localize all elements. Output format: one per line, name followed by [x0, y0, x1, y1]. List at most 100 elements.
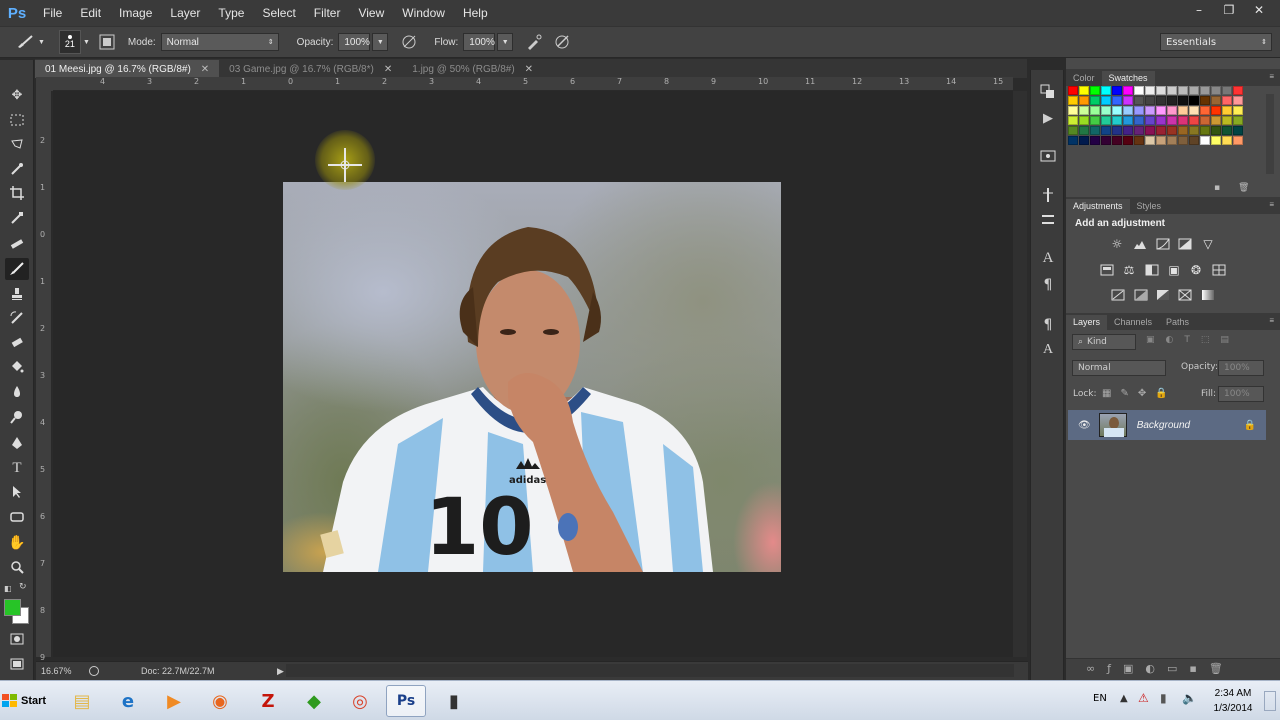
- swatch[interactable]: [1145, 106, 1155, 115]
- swatch[interactable]: [1211, 86, 1221, 95]
- shape-tool-icon[interactable]: [5, 506, 29, 528]
- swatch[interactable]: [1123, 86, 1133, 95]
- swatch[interactable]: [1090, 116, 1100, 125]
- swatch[interactable]: [1134, 126, 1144, 135]
- menu-layer[interactable]: Layer: [161, 0, 209, 26]
- swatch[interactable]: [1123, 96, 1133, 105]
- paint-bucket-tool-icon[interactable]: [5, 356, 29, 378]
- path-selection-tool-icon[interactable]: [5, 481, 29, 503]
- swatch[interactable]: [1178, 136, 1188, 145]
- paragraph-styles-icon[interactable]: A: [1038, 340, 1058, 360]
- swatch[interactable]: [1211, 106, 1221, 115]
- document-canvas[interactable]: 10 adidas: [53, 91, 1013, 657]
- swatch[interactable]: [1068, 96, 1078, 105]
- swatch[interactable]: [1200, 126, 1210, 135]
- photoshop-taskbar-icon[interactable]: Ps: [386, 685, 426, 717]
- swatch[interactable]: [1211, 96, 1221, 105]
- opacity-slider-toggle[interactable]: ▼: [372, 33, 389, 51]
- fill-field[interactable]: 100%: [1218, 386, 1264, 402]
- layer-filter-icons[interactable]: ▣◐T⬚▤: [1146, 335, 1240, 345]
- swatch[interactable]: [1156, 126, 1166, 135]
- hand-tool-icon[interactable]: ✋: [5, 532, 29, 554]
- swatch[interactable]: [1178, 106, 1188, 115]
- system-clock[interactable]: 2:34 AM 1/3/2014: [1206, 686, 1260, 716]
- tab-channels[interactable]: Channels: [1107, 315, 1159, 330]
- swatch[interactable]: [1189, 96, 1199, 105]
- swatch[interactable]: [1068, 116, 1078, 125]
- close-button[interactable]: ✕: [1244, 0, 1274, 20]
- swatch[interactable]: [1145, 116, 1155, 125]
- menu-edit[interactable]: Edit: [71, 0, 110, 26]
- brush-presets-icon[interactable]: [1038, 145, 1058, 165]
- internet-explorer-icon[interactable]: e: [108, 685, 148, 717]
- swatch[interactable]: [1189, 106, 1199, 115]
- swatch[interactable]: [1189, 126, 1199, 135]
- layers-footer-icons[interactable]: ∞ƒ▣◐▭▪🗑: [1086, 662, 1235, 675]
- swatch[interactable]: [1134, 136, 1144, 145]
- clone-source-icon[interactable]: [1038, 210, 1058, 230]
- tab-swatches[interactable]: Swatches: [1101, 71, 1155, 86]
- panel-menu-icon[interactable]: ≡: [1269, 316, 1274, 325]
- swatch[interactable]: [1211, 136, 1221, 145]
- layer-opacity-field[interactable]: 100%: [1218, 360, 1264, 376]
- paragraph-panel-icon[interactable]: ¶: [1038, 275, 1058, 295]
- clone-stamp-tool-icon[interactable]: [5, 283, 29, 305]
- tab-color[interactable]: Color: [1066, 71, 1102, 86]
- volume-icon[interactable]: 🔈: [1182, 691, 1197, 705]
- swatch[interactable]: [1145, 96, 1155, 105]
- start-button[interactable]: Start: [2, 687, 50, 715]
- minimize-button[interactable]: –: [1184, 0, 1214, 20]
- layer-name[interactable]: Background: [1137, 420, 1190, 431]
- swatch[interactable]: [1090, 136, 1100, 145]
- zoom-level[interactable]: 16.67%: [41, 666, 87, 676]
- swatch[interactable]: [1079, 136, 1089, 145]
- swatch[interactable]: [1112, 116, 1122, 125]
- swatch[interactable]: [1134, 96, 1144, 105]
- swatch[interactable]: [1145, 126, 1155, 135]
- color-balance-icon[interactable]: ⚖: [1120, 262, 1138, 278]
- swatch[interactable]: [1112, 106, 1122, 115]
- brightness-contrast-icon[interactable]: ☼: [1108, 236, 1126, 252]
- swatch[interactable]: [1222, 136, 1232, 145]
- eye-visibility-icon[interactable]: 👁: [1078, 420, 1091, 431]
- swatch[interactable]: [1090, 86, 1100, 95]
- swatch[interactable]: [1112, 86, 1122, 95]
- layer-filter-kind-dropdown[interactable]: ⌕ Kind: [1072, 334, 1136, 350]
- swatch[interactable]: [1233, 86, 1243, 95]
- swatch[interactable]: [1189, 86, 1199, 95]
- swatch[interactable]: [1200, 116, 1210, 125]
- dodge-tool-icon[interactable]: [5, 406, 29, 428]
- swatch[interactable]: [1090, 106, 1100, 115]
- status-info-icon[interactable]: [89, 666, 99, 676]
- swatch[interactable]: [1112, 96, 1122, 105]
- swatch[interactable]: [1178, 116, 1188, 125]
- actions-panel-icon[interactable]: ▶: [1038, 108, 1058, 128]
- swatch[interactable]: [1156, 86, 1166, 95]
- swatch[interactable]: [1233, 126, 1243, 135]
- pen-tool-icon[interactable]: [5, 432, 29, 454]
- swatch[interactable]: [1233, 116, 1243, 125]
- media-player-icon[interactable]: ▶: [154, 685, 194, 717]
- menu-help[interactable]: Help: [454, 0, 497, 26]
- pressure-opacity-icon[interactable]: [398, 31, 420, 53]
- menu-filter[interactable]: Filter: [305, 0, 350, 26]
- swatch[interactable]: [1068, 126, 1078, 135]
- ruler-origin[interactable]: [36, 77, 53, 91]
- swatch[interactable]: [1167, 116, 1177, 125]
- panel-menu-icon[interactable]: ≡: [1269, 72, 1274, 81]
- swatch[interactable]: [1101, 116, 1111, 125]
- tab-layers[interactable]: Layers: [1066, 315, 1108, 330]
- document-image[interactable]: 10 adidas: [283, 182, 781, 572]
- swatch[interactable]: [1211, 116, 1221, 125]
- chevron-down-icon[interactable]: ▼: [83, 39, 90, 46]
- swatch[interactable]: [1167, 96, 1177, 105]
- swatch[interactable]: [1211, 126, 1221, 135]
- tab-styles[interactable]: Styles: [1130, 199, 1169, 214]
- zoom-tool-icon[interactable]: [5, 556, 29, 578]
- swatch[interactable]: [1123, 106, 1133, 115]
- green-app-icon[interactable]: ◆: [294, 685, 334, 717]
- horizontal-scrollbar[interactable]: [286, 664, 1014, 677]
- doc-tab-03-game[interactable]: 03 Game.jpg @ 16.7% (RGB/8*) ✕: [219, 60, 402, 78]
- move-tool-icon[interactable]: ✥: [5, 84, 29, 106]
- pressure-size-icon[interactable]: [551, 31, 573, 53]
